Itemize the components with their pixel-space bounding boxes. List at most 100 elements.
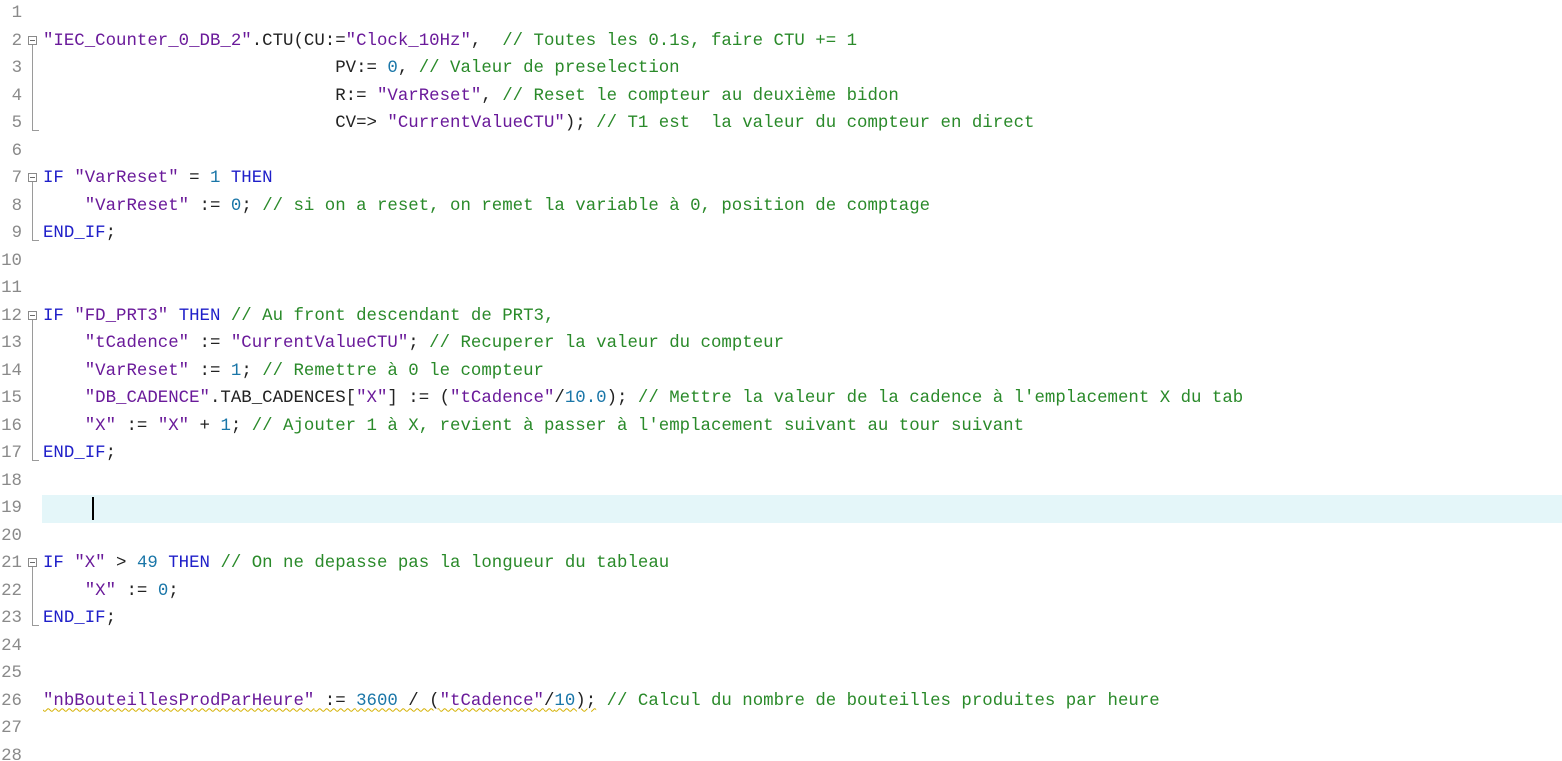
code-token: PV:= — [43, 59, 388, 78]
code-line[interactable]: 25 — [0, 660, 1562, 688]
identifier-token: "X" — [157, 416, 190, 436]
code-text[interactable]: IF "FD_PRT3" THEN // Au front descendant… — [43, 303, 554, 331]
identifier-token: "nbBouteillesProdParHeure" — [43, 691, 315, 711]
code-line[interactable]: 17 END_IF; — [0, 440, 1562, 468]
code-line[interactable]: 14 "VarReset" := 1; // Remettre à 0 le c… — [0, 357, 1562, 386]
code-line[interactable]: 8 "VarReset" := 0; // si on a reset, on … — [0, 192, 1562, 221]
code-line[interactable]: 26 "nbBouteillesProdParHeure" := 3600 / (… — [0, 688, 1562, 716]
code-token: . — [251, 31, 263, 51]
code-text[interactable]: "VarReset" := 1; // Remettre à 0 le comp… — [43, 358, 544, 386]
code-line[interactable]: 22 "X" := 0; — [0, 577, 1562, 606]
code-line[interactable]: 15 "DB_CADENCE".TAB_CADENCES["X"] := ("t… — [0, 385, 1562, 413]
fold-guide — [32, 82, 33, 110]
code-token: ); — [575, 691, 597, 711]
code-token: = — [178, 169, 210, 188]
code-token: := — [116, 581, 158, 601]
line-number: 6 — [11, 141, 22, 161]
code-line[interactable]: 16 "X" := "X" + 1; // Ajouter 1 à X, rev… — [0, 412, 1562, 441]
code-text[interactable]: R:= "VarReset", // Reset le compteur au … — [43, 83, 899, 111]
code-line[interactable]: 6 — [0, 138, 1562, 166]
line-number: 5 — [11, 114, 22, 133]
identifier-token: "FD_PRT3" — [74, 306, 169, 326]
code-line[interactable]: 7 IF "VarReset" = 1 THEN — [0, 165, 1562, 193]
fold-guide — [32, 577, 33, 605]
code-line[interactable]: 24 — [0, 633, 1562, 661]
number-token: 10 — [554, 691, 576, 711]
code-line[interactable]: 5 CV=> "CurrentValueCTU"); // T1 est la … — [0, 110, 1562, 138]
code-line[interactable]: 11 — [0, 275, 1562, 303]
code-token: ; — [105, 444, 117, 463]
fold-end-guide — [32, 605, 39, 626]
line-highlight — [42, 0, 1562, 28]
code-token: (CU:= — [293, 31, 346, 51]
fold-guide — [32, 385, 33, 413]
identifier-token: "CurrentValueCTU" — [387, 114, 565, 133]
code-line[interactable]: 13 "tCadence" := "CurrentValueCTU"; // R… — [0, 330, 1562, 358]
code-token: ] := ( — [387, 389, 451, 408]
code-text[interactable]: END_IF; — [43, 605, 116, 633]
code-token: := — [116, 416, 158, 436]
comment-token: // Valeur de preselection — [418, 59, 680, 78]
line-number: 23 — [1, 609, 22, 628]
comment-token: // Reset le compteur au deuxième bidon — [502, 86, 899, 106]
keyword-token: IF — [43, 554, 64, 573]
code-token: / — [554, 389, 565, 408]
code-text[interactable]: "X" := 0; — [43, 578, 179, 606]
code-line[interactable]: 1 — [0, 0, 1562, 28]
code-text[interactable]: END_IF; — [43, 220, 116, 248]
code-line[interactable]: 23 END_IF; — [0, 605, 1562, 633]
fold-collapse-icon[interactable] — [28, 558, 37, 567]
code-text[interactable]: IF "X" > 49 THEN // On ne depasse pas la… — [43, 550, 669, 578]
line-number: 19 — [1, 499, 22, 518]
comment-token: // Mettre la valeur de la cadence à l'em… — [637, 389, 1244, 408]
code-text[interactable]: "IEC_Counter_0_DB_2".CTU(CU:="Clock_10Hz… — [43, 28, 857, 56]
keyword-token: IF — [43, 169, 64, 188]
identifier-token: "tCadence" — [84, 334, 190, 353]
fold-collapse-icon[interactable] — [28, 173, 37, 182]
line-number: 1 — [11, 4, 22, 23]
code-line[interactable]: 4 R:= "VarReset", // Reset le compteur a… — [0, 82, 1562, 111]
code-line[interactable]: 9 END_IF; — [0, 220, 1562, 248]
code-line[interactable]: 20 — [0, 523, 1562, 551]
fold-collapse-icon[interactable] — [28, 35, 37, 45]
code-text[interactable]: "VarReset" := 0; // si on a reset, on re… — [43, 193, 930, 221]
line-number: 14 — [1, 361, 22, 381]
fold-collapse-icon[interactable] — [28, 310, 37, 320]
code-line[interactable]: 19 — [0, 495, 1562, 523]
code-token: ; — [168, 581, 179, 601]
line-number: 26 — [1, 691, 22, 711]
line-number: 4 — [11, 86, 22, 106]
code-line[interactable]: 12 IF "FD_PRT3" THEN // Au front descenda… — [0, 303, 1562, 331]
code-line[interactable]: 3 PV:= 0, // Valeur de preselection — [0, 55, 1562, 83]
code-text[interactable]: "tCadence" := "CurrentValueCTU"; // Recu… — [43, 330, 784, 358]
code-token: ; — [230, 416, 252, 436]
code-line[interactable]: 18 — [0, 468, 1562, 496]
code-text[interactable]: PV:= 0, // Valeur de preselection — [43, 55, 680, 83]
code-line[interactable]: 2 "IEC_Counter_0_DB_2".CTU(CU:="Clock_10H… — [0, 28, 1562, 56]
code-text[interactable]: "X" := "X" + 1; // Ajouter 1 à X, revien… — [43, 413, 1024, 441]
number-token: 1 — [220, 416, 231, 436]
line-number: 25 — [1, 664, 22, 683]
fold-guide — [32, 55, 33, 83]
line-highlight — [42, 633, 1562, 661]
identifier-token: "Clock_10Hz" — [345, 31, 471, 51]
code-line[interactable]: 21 IF "X" > 49 THEN // On ne depasse pas … — [0, 550, 1562, 578]
code-line[interactable]: 10 — [0, 248, 1562, 276]
code-text[interactable]: END_IF; — [43, 440, 116, 468]
code-text[interactable]: CV=> "CurrentValueCTU"); // T1 est la va… — [43, 110, 1034, 138]
code-line[interactable]: 27 — [0, 715, 1562, 743]
code-editor[interactable]: 1 2 "IEC_Counter_0_DB_2".CTU(CU:="Clock_10… — [0, 0, 1562, 761]
identifier-token: "CurrentValueCTU" — [230, 334, 409, 353]
line-number: 8 — [11, 196, 22, 216]
line-highlight — [42, 743, 1562, 761]
code-text[interactable]: "nbBouteillesProdParHeure" := 3600 / ("t… — [43, 688, 1160, 716]
code-token: .TAB_CADENCES[ — [209, 389, 357, 408]
line-highlight — [42, 523, 1562, 551]
code-line[interactable]: 28 — [0, 743, 1562, 761]
identifier-token: "X" — [74, 554, 106, 573]
code-text[interactable]: IF "VarReset" = 1 THEN — [43, 165, 273, 193]
code-text[interactable]: "DB_CADENCE".TAB_CADENCES["X"] := ("tCad… — [43, 385, 1243, 413]
number-token: 1 — [210, 169, 221, 188]
